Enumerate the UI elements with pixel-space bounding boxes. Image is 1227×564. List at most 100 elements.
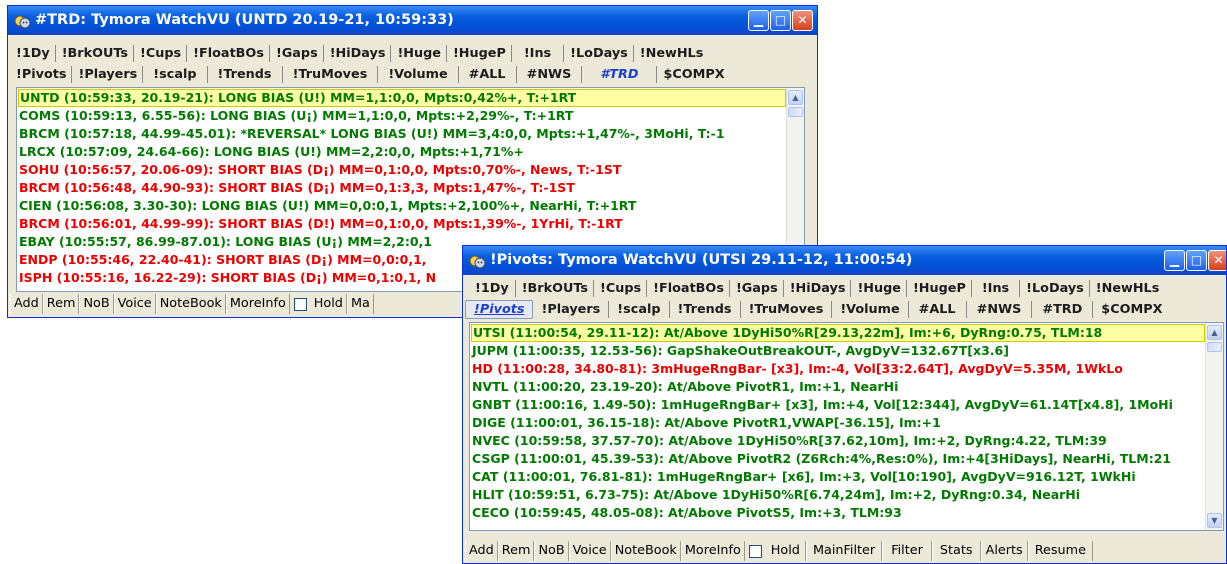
tab-all[interactable]: #ALL: [459, 66, 517, 83]
tab-trumoves[interactable]: !TruMoves: [283, 66, 379, 83]
tab-floatbos[interactable]: !FloatBOs: [187, 45, 270, 62]
tab-ins[interactable]: !Ins: [512, 45, 565, 62]
alert-row[interactable]: HD (11:00:28, 34.80-81): 3mHugeRngBar- […: [471, 360, 1205, 378]
alert-row[interactable]: CECO (10:59:45, 48.05-08): At/Above Pivo…: [471, 504, 1205, 522]
moreinfo-button[interactable]: MoreInfo: [225, 294, 290, 314]
scroll-thumb[interactable]: [1207, 342, 1222, 352]
tab-huge[interactable]: !Huge: [391, 45, 447, 62]
tab-pivots[interactable]: !Pivots: [10, 66, 73, 83]
alert-row[interactable]: JUPM (11:00:35, 12.53-56): GapShakeOutBr…: [471, 342, 1205, 360]
alert-row[interactable]: BRCM (10:56:01, 44.99-99): SHORT BIAS (D…: [18, 215, 786, 233]
tab-trumoves[interactable]: !TruMoves: [741, 301, 833, 318]
tab-huge[interactable]: !Huge: [851, 280, 907, 297]
tab-volume[interactable]: !Volume: [832, 301, 909, 318]
tab-brkouts[interactable]: !BrkOUTs: [56, 45, 135, 62]
close-button[interactable]: ✕: [1208, 250, 1226, 271]
tab-volume[interactable]: !Volume: [378, 66, 459, 83]
maximize-button[interactable]: □: [1186, 250, 1207, 271]
tab-1dy[interactable]: !1Dy: [465, 280, 516, 297]
scroll-up-button[interactable]: ▲: [788, 90, 803, 105]
alert-row[interactable]: NVEC (10:59:58, 37.57-70): At/Above 1DyH…: [471, 432, 1205, 450]
alert-row-selected[interactable]: UNTD (10:59:33, 20.19-21): LONG BIAS (U!…: [18, 89, 786, 107]
hold-label[interactable]: Hold: [766, 541, 806, 561]
tab-newhls[interactable]: !NewHLs: [634, 45, 709, 62]
tab-gaps[interactable]: !Gaps: [270, 45, 324, 62]
tab-players[interactable]: !Players: [533, 301, 610, 318]
stats-button[interactable]: Stats: [931, 541, 981, 561]
alert-row[interactable]: CIEN (10:56:08, 3.30-30): LONG BIAS (U!)…: [18, 197, 786, 215]
tab-trd[interactable]: #TRD: [1032, 301, 1094, 318]
minimize-button[interactable]: ▁: [748, 10, 769, 31]
alert-row[interactable]: BRCM (10:57:18, 44.99-45.01): *REVERSAL*…: [18, 125, 786, 143]
alert-list[interactable]: UTSI (11:00:54, 29.11-12): At/Above 1DyH…: [469, 322, 1224, 531]
hold-label[interactable]: Hold: [311, 294, 347, 314]
scroll-thumb[interactable]: [788, 107, 803, 117]
alerts-button[interactable]: Alerts: [980, 541, 1028, 561]
tab-pivots-active[interactable]: !Pivots: [465, 300, 534, 319]
tab-scalp[interactable]: !scalp: [143, 66, 208, 83]
theater-mask-icon: [14, 12, 31, 29]
notebook-button[interactable]: NoteBook: [155, 294, 226, 314]
minimize-icon: ▁: [1169, 253, 1180, 267]
tab-lodays[interactable]: !LoDays: [564, 45, 634, 62]
alert-row[interactable]: GNBT (11:00:16, 1.49-50): 1mHugeRngBar+ …: [471, 396, 1205, 414]
tab-newhls[interactable]: !NewHLs: [1090, 280, 1165, 297]
vertical-scrollbar[interactable]: ▲ ▼: [1205, 323, 1223, 530]
tab-hugep[interactable]: !HugeP: [907, 280, 972, 297]
mainfilter-button[interactable]: MainFilter: [805, 541, 883, 561]
tab-1dy[interactable]: !1Dy: [10, 45, 56, 62]
tab-ins[interactable]: !Ins: [972, 280, 1021, 297]
scroll-down-button[interactable]: ▼: [1207, 513, 1222, 528]
filter-button[interactable]: Filter: [882, 541, 932, 561]
alert-row[interactable]: BRCM (10:56:48, 44.90-93): SHORT BIAS (D…: [18, 179, 786, 197]
window-titlebar[interactable]: !Pivots: Tymora WatchVU (UTSI 29.11-12, …: [463, 246, 1226, 275]
alert-row[interactable]: HLIT (10:59:51, 6.73-75): At/Above 1DyHi…: [471, 486, 1205, 504]
tab-hidays[interactable]: !HiDays: [784, 280, 852, 297]
close-button[interactable]: ✕: [792, 10, 813, 31]
nob-button[interactable]: NoB: [534, 541, 569, 561]
tab-nws[interactable]: #NWS: [967, 301, 1033, 318]
remove-button[interactable]: Rem: [42, 294, 80, 314]
tab-hidays[interactable]: !HiDays: [324, 45, 392, 62]
tab-all[interactable]: #ALL: [909, 301, 967, 318]
add-button[interactable]: Add: [10, 294, 43, 314]
tab-gaps[interactable]: !Gaps: [730, 280, 784, 297]
alert-row[interactable]: NVTL (11:00:20, 23.19-20): At/Above Pivo…: [471, 378, 1205, 396]
alert-row-selected[interactable]: UTSI (11:00:54, 29.11-12): At/Above 1DyH…: [471, 324, 1205, 342]
alert-row[interactable]: DIGE (11:00:01, 36.15-18): At/Above Pivo…: [471, 414, 1205, 432]
alert-row[interactable]: CSGP (11:00:01, 45.39-53): At/Above Pivo…: [471, 450, 1205, 468]
tab-floatbos[interactable]: !FloatBOs: [647, 280, 730, 297]
hold-checkbox[interactable]: [293, 297, 307, 311]
alert-row[interactable]: LRCX (10:57:09, 24.64-66): LONG BIAS (U!…: [18, 143, 786, 161]
tab-hugep[interactable]: !HugeP: [447, 45, 512, 62]
alert-row[interactable]: CAT (11:00:01, 76.81-81): 1mHugeRngBar+ …: [471, 468, 1205, 486]
hold-checkbox[interactable]: [748, 544, 762, 558]
mainfilter-button-truncated[interactable]: Ma: [346, 294, 374, 314]
tab-scalp[interactable]: !scalp: [609, 301, 670, 318]
tab-compx[interactable]: $COMPX: [657, 66, 729, 83]
window-titlebar[interactable]: #TRD: Tymora WatchVU (UNTD 20.19-21, 10:…: [8, 6, 817, 35]
tab-compx[interactable]: $COMPX: [1093, 301, 1170, 318]
maximize-button[interactable]: □: [770, 10, 791, 31]
tab-lodays[interactable]: !LoDays: [1020, 280, 1090, 297]
add-button[interactable]: Add: [465, 541, 498, 561]
tab-trends[interactable]: !Trends: [208, 66, 283, 83]
voice-button[interactable]: Voice: [568, 541, 611, 561]
minimize-button[interactable]: ▁: [1164, 250, 1185, 271]
tab-brkouts[interactable]: !BrkOUTs: [516, 280, 595, 297]
resume-button[interactable]: Resume: [1027, 541, 1094, 561]
alert-row[interactable]: COMS (10:59:13, 6.55-56): LONG BIAS (U¡)…: [18, 107, 786, 125]
tab-cups[interactable]: !Cups: [134, 45, 188, 62]
tab-cups[interactable]: !Cups: [594, 280, 648, 297]
tab-players[interactable]: !Players: [72, 66, 144, 83]
tab-trends[interactable]: !Trends: [670, 301, 741, 318]
notebook-button[interactable]: NoteBook: [610, 541, 681, 561]
alert-row[interactable]: SOHU (10:56:57, 20.06-09): SHORT BIAS (D…: [18, 161, 786, 179]
nob-button[interactable]: NoB: [79, 294, 114, 314]
tab-trd-active[interactable]: #TRD: [582, 66, 658, 83]
voice-button[interactable]: Voice: [113, 294, 156, 314]
moreinfo-button[interactable]: MoreInfo: [680, 541, 745, 561]
remove-button[interactable]: Rem: [497, 541, 535, 561]
scroll-up-button[interactable]: ▲: [1207, 325, 1222, 340]
tab-nws[interactable]: #NWS: [517, 66, 583, 83]
